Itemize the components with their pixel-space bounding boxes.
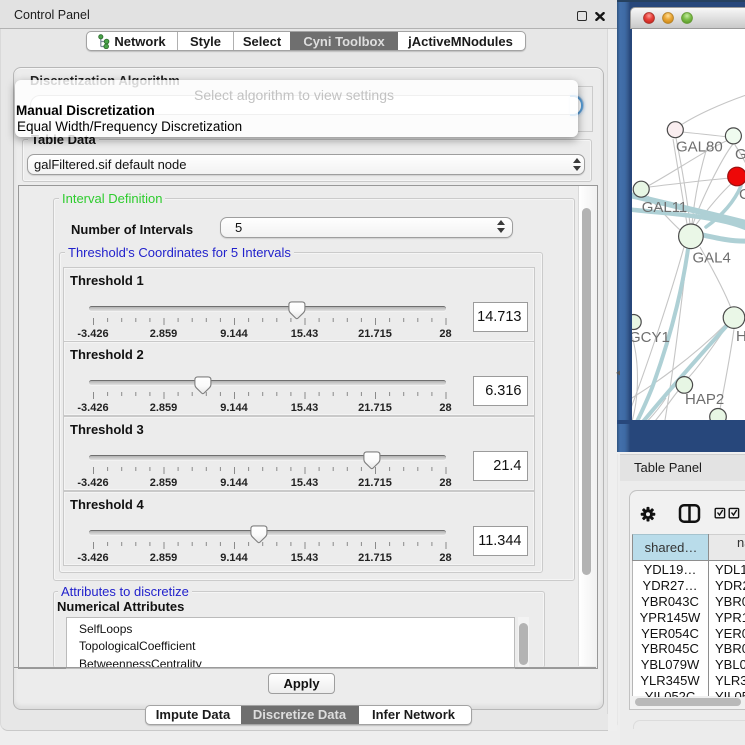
svg-text:HA: HA: [736, 328, 745, 345]
svg-text:GAL80: GAL80: [676, 139, 723, 156]
svg-text:GAL4: GAL4: [693, 250, 731, 267]
svg-text:CY: CY: [739, 186, 745, 203]
svg-text:HAP2: HAP2: [685, 391, 724, 408]
svg-text:GCY1: GCY1: [632, 329, 670, 346]
svg-text:GA: GA: [735, 146, 745, 163]
svg-text:GAL11: GAL11: [642, 199, 688, 216]
